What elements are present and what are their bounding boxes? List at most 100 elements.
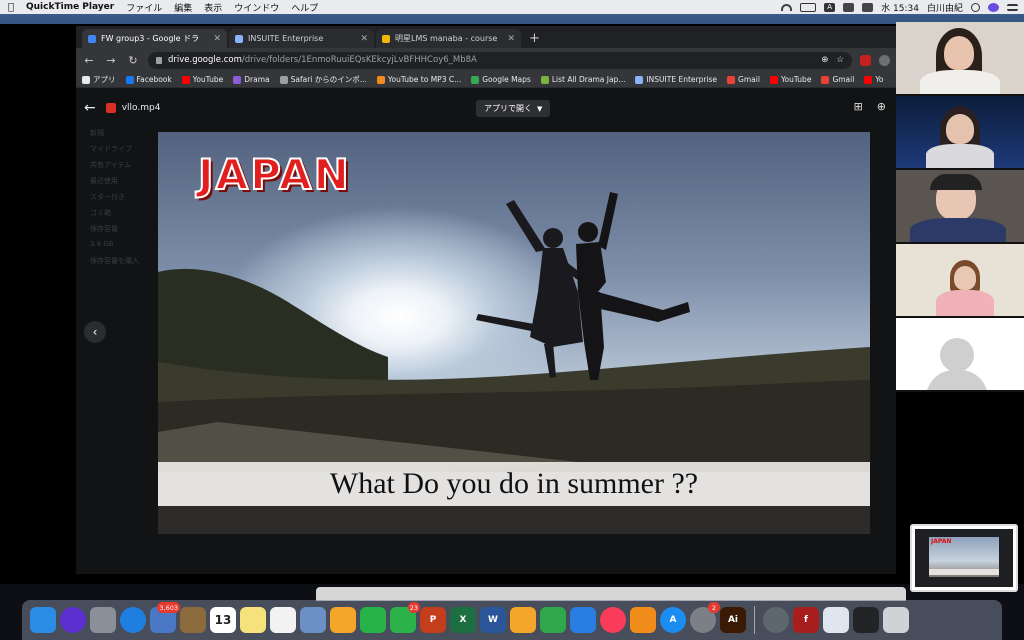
- menu-window[interactable]: ウインドウ: [234, 1, 279, 14]
- menubar-user[interactable]: 白川由紀: [927, 1, 963, 14]
- youtube-icon: [769, 75, 778, 84]
- dock-app-store-icon[interactable]: A: [660, 607, 686, 633]
- dock-messages-icon[interactable]: [360, 607, 386, 633]
- dock-pages-icon[interactable]: [510, 607, 536, 633]
- dock-keynote-icon[interactable]: [570, 607, 596, 633]
- sidebar-item-shared[interactable]: 共有アイテム: [76, 160, 158, 176]
- dock-calendar-icon[interactable]: 13: [210, 607, 236, 633]
- notification-center-icon[interactable]: [1007, 3, 1018, 11]
- volume-icon[interactable]: [862, 2, 874, 12]
- forward-arrow-icon[interactable]: →: [104, 54, 118, 67]
- bookmark-item[interactable]: YouTube: [769, 75, 811, 84]
- sidebar-item-starred[interactable]: スター付き: [76, 192, 158, 208]
- dock-flash-player-icon[interactable]: f: [793, 607, 819, 633]
- wifi-icon[interactable]: [781, 3, 793, 11]
- dock-word-icon[interactable]: W: [480, 607, 506, 633]
- dock-illustrator-icon[interactable]: Ai: [720, 607, 746, 633]
- siri-icon[interactable]: [988, 2, 999, 12]
- tab-google-drive[interactable]: FW group3 - Google ドラ ✕: [82, 29, 227, 48]
- dock-separator: [754, 606, 755, 634]
- dock-finder-icon[interactable]: [30, 607, 56, 633]
- bluetooth-icon[interactable]: [843, 2, 855, 12]
- tab-manaba[interactable]: 明星LMS manaba - course ✕: [376, 29, 521, 48]
- participant-tile-no-video[interactable]: [896, 318, 1024, 390]
- close-tab-icon[interactable]: ✕: [360, 34, 368, 44]
- close-tab-icon[interactable]: ✕: [213, 34, 221, 44]
- dock: 3,603 13 23 P X W A 2 Ai f: [22, 600, 1002, 640]
- new-tab-button[interactable]: +: [523, 29, 546, 48]
- dock-preview-2-icon[interactable]: [823, 607, 849, 633]
- dock-books-icon[interactable]: [630, 607, 656, 633]
- dock-numbers-icon[interactable]: [540, 607, 566, 633]
- bookmark-item[interactable]: Gmail: [727, 75, 760, 84]
- dock-trash-icon[interactable]: [883, 607, 909, 633]
- address-bar[interactable]: drive.google.com/drive/folders/1EnmoRuui…: [148, 51, 852, 69]
- sidebar-item-storage[interactable]: 保存容量: [76, 224, 158, 240]
- sidebar-item-my-drive[interactable]: マイドライブ: [76, 144, 158, 160]
- menu-view[interactable]: 表示: [204, 1, 222, 14]
- close-preview-arrow-icon[interactable]: ←: [84, 100, 96, 116]
- bookmark-item[interactable]: Drama: [233, 75, 270, 84]
- open-with-button[interactable]: アプリで開く ▼: [476, 100, 551, 117]
- buy-storage-link[interactable]: 保存容量を購入: [76, 256, 158, 272]
- adblock-extension-icon[interactable]: [860, 54, 871, 66]
- menu-help[interactable]: ヘルプ: [291, 1, 318, 14]
- bookmark-item[interactable]: YouTube: [181, 75, 223, 84]
- dock-facetime-icon[interactable]: 23: [390, 602, 420, 633]
- sidebar-item-recent[interactable]: 最近使用: [76, 176, 158, 192]
- participant-tile[interactable]: [896, 96, 1024, 168]
- input-source-indicator[interactable]: A: [824, 2, 836, 12]
- participant-tile[interactable]: [896, 22, 1024, 94]
- dock-system-preferences-icon[interactable]: 2: [690, 602, 720, 633]
- extensions-puzzle-icon[interactable]: [879, 54, 890, 66]
- add-to-drive-icon[interactable]: ⊞: [854, 100, 863, 113]
- bookmark-item[interactable]: INSUITE Enterprise: [635, 75, 717, 84]
- menubar-clock[interactable]: 水 15:34: [881, 1, 919, 14]
- app-menu[interactable]: QuickTime Player: [26, 2, 114, 12]
- bookmark-star-icon[interactable]: ☆: [836, 55, 844, 65]
- dock-reminders-icon[interactable]: [270, 607, 296, 633]
- spotlight-icon[interactable]: [971, 2, 980, 12]
- participant-tile[interactable]: [896, 244, 1024, 316]
- bookmark-item[interactable]: List All Drama Jap...: [540, 75, 625, 84]
- add-comment-icon[interactable]: ⊕: [877, 100, 886, 113]
- apple-menu-icon[interactable]: : [6, 2, 16, 13]
- back-arrow-icon[interactable]: ←: [82, 54, 96, 67]
- tab-insuite[interactable]: INSUITE Enterprise ✕: [229, 29, 374, 48]
- dock-screenshot-folder-icon[interactable]: [853, 607, 879, 633]
- battery-icon[interactable]: [800, 2, 817, 12]
- bookmark-item[interactable]: Google Maps: [471, 75, 531, 84]
- dock-notes-icon[interactable]: [240, 607, 266, 633]
- dock-quicktime-icon[interactable]: [763, 607, 789, 633]
- participant-tile[interactable]: [896, 170, 1024, 242]
- participant-body: [926, 144, 994, 168]
- sidebar-item-trash[interactable]: ゴミ箱: [76, 208, 158, 224]
- dock-music-icon[interactable]: [600, 607, 626, 633]
- chevron-left-icon: ‹: [92, 325, 98, 339]
- dock-photos-icon[interactable]: [330, 607, 356, 633]
- bookmark-item[interactable]: アプリ: [82, 74, 116, 85]
- bookmark-item[interactable]: Yo: [864, 75, 884, 84]
- bookmark-item[interactable]: Safari からのインポ...: [279, 74, 367, 85]
- dock-photos-preview-icon[interactable]: 3,603: [150, 602, 180, 633]
- dock-safari-icon[interactable]: [120, 607, 146, 633]
- dock-preview-icon[interactable]: [300, 607, 326, 633]
- bookmark-item[interactable]: Facebook: [125, 75, 172, 84]
- dock-notebook-icon[interactable]: [180, 607, 206, 633]
- zoom-indicator-icon[interactable]: ⊕: [821, 55, 828, 65]
- bookmark-item[interactable]: YouTube to MP3 C...: [376, 75, 461, 84]
- dock-powerpoint-icon[interactable]: P: [420, 607, 446, 633]
- sidebar-item-new[interactable]: 新規: [76, 128, 158, 144]
- close-tab-icon[interactable]: ✕: [507, 34, 515, 44]
- dock-siri-icon[interactable]: [60, 607, 86, 633]
- video-player[interactable]: JAPAN What Do you do in summer ??: [158, 132, 870, 534]
- menu-file[interactable]: ファイル: [126, 1, 162, 14]
- bookmark-item[interactable]: Gmail: [821, 75, 854, 84]
- meeting-controls-strip[interactable]: [316, 587, 906, 601]
- previous-file-button[interactable]: ‹: [84, 321, 106, 343]
- menu-edit[interactable]: 編集: [174, 1, 192, 14]
- self-view-thumbnail[interactable]: JAPAN: [910, 524, 1018, 592]
- reload-icon[interactable]: ↻: [126, 54, 140, 67]
- dock-excel-icon[interactable]: X: [450, 607, 476, 633]
- dock-launchpad-icon[interactable]: [90, 607, 116, 633]
